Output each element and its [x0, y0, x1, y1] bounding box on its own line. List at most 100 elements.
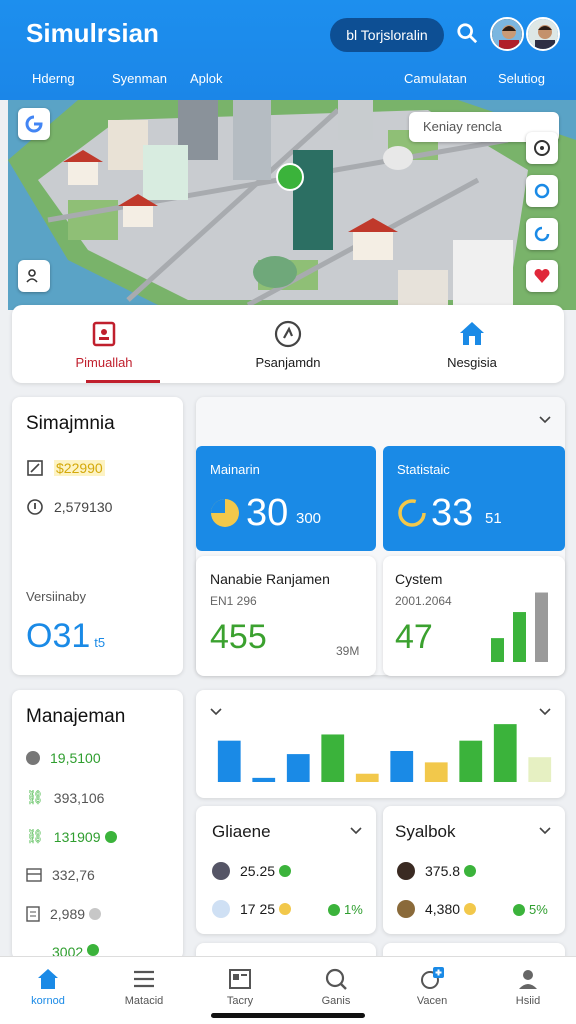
management-card: Manajeman 19,5100 ⛓ 393,106 ⛓ 131909 332,7…: [12, 690, 183, 960]
chart-bar: [321, 734, 345, 782]
nav-system[interactable]: Syenman: [112, 71, 167, 86]
person-icon: [519, 970, 537, 989]
list-item[interactable]: 17 25: [212, 900, 292, 918]
syalbok-card: Syalbok 375.8 4,380 5%: [383, 806, 565, 934]
menu-icon: [134, 970, 154, 988]
stat-card-statistic[interactable]: Statistaic 33 51: [383, 446, 565, 551]
list-item[interactable]: 2,989: [26, 906, 102, 922]
mini-bar-chart: [491, 592, 548, 662]
home-indicator: [211, 1013, 365, 1018]
document-icon: [26, 906, 40, 922]
nav-simulation[interactable]: Camulatan: [404, 71, 467, 86]
stat-unit: 39M: [336, 644, 360, 658]
tab-label: Psanjamdn: [255, 355, 321, 370]
card-title: Simajmnia: [26, 413, 115, 434]
avatar: [212, 862, 230, 880]
bottom-nav-home[interactable]: kornod: [0, 957, 96, 1024]
count-value: 2,579130: [54, 499, 113, 515]
chevron-down-icon[interactable]: [539, 827, 551, 835]
nav-apps[interactable]: Aplok: [190, 71, 223, 86]
avatar[interactable]: [490, 17, 524, 51]
stat-card-system[interactable]: Cystem 2001.2064 47: [383, 556, 565, 676]
location-pill[interactable]: bl Torjsloralin: [330, 18, 444, 52]
tab-label: Nesgisia: [447, 355, 497, 370]
chevron-down-icon[interactable]: [539, 708, 551, 716]
tab-simulation[interactable]: Pimuallah: [12, 305, 196, 383]
bottom-nav-vacancy[interactable]: Vacen: [384, 957, 480, 1024]
google-icon[interactable]: [18, 108, 50, 140]
tray-icon: [26, 868, 42, 882]
bottom-nav-menu[interactable]: Matacid: [96, 957, 192, 1024]
bar-chart-card: [196, 690, 565, 798]
card-title: Syalbok: [395, 822, 456, 841]
nav-home[interactable]: Hderng: [32, 71, 75, 86]
chart-bar: [390, 751, 414, 782]
avatar[interactable]: [526, 17, 560, 51]
avatar: [397, 862, 415, 880]
dot-icon: [26, 751, 40, 765]
budget-value: $22990: [54, 460, 105, 476]
chart-bar: [459, 740, 483, 782]
chevron-down-icon[interactable]: [350, 827, 362, 835]
stat-label: Cystem: [395, 571, 443, 587]
bottom-nav-profile[interactable]: Hsiid: [480, 957, 576, 1024]
status-dot: [279, 865, 292, 877]
chart-bar: [493, 724, 517, 782]
tab-navigation[interactable]: Nesgisia: [380, 305, 564, 383]
app-header: Simulrsian bl Torjsloralin Hderng Syenma…: [0, 0, 576, 100]
chevron-down-icon[interactable]: [539, 416, 551, 424]
stat-label: Statistaic: [397, 462, 450, 477]
nav-settings[interactable]: Selutiog: [498, 71, 545, 86]
bar-chart: [217, 724, 552, 782]
dashboard-icon: [229, 969, 251, 989]
list-item[interactable]: ⛓ 131909: [26, 828, 117, 845]
stat-value: 455: [210, 618, 267, 656]
list-item[interactable]: 25.25: [212, 862, 292, 880]
list-item[interactable]: 19,5100: [26, 750, 101, 766]
link-icon: ⛓: [26, 789, 44, 805]
status-dot: [87, 944, 100, 956]
list-item[interactable]: 4,380: [397, 900, 477, 918]
stat-suffix: 51: [485, 510, 502, 527]
active-tab-indicator: [86, 380, 160, 383]
chart-bar: [528, 757, 552, 782]
search-icon: [325, 968, 347, 990]
summary-card: Simajmnia $22990 2,579130 Versiinaby O31…: [12, 397, 183, 675]
stat-value: 30: [246, 492, 289, 534]
stat-label: Mainarin: [210, 462, 260, 477]
version-suffix: t5: [94, 635, 106, 650]
stat-label: Nanabie Ranjamen: [210, 571, 330, 587]
stat-card-main[interactable]: Mainarin 30 300: [196, 446, 376, 551]
status-dot: [279, 903, 292, 915]
status-dot: [328, 903, 340, 916]
chart-bar: [286, 754, 310, 782]
list-item[interactable]: 332,76: [26, 867, 95, 883]
compass-icon[interactable]: [526, 132, 558, 164]
tab-label: Pimuallah: [75, 355, 133, 370]
info-icon: [27, 499, 43, 515]
mini-chart-bar: [491, 638, 504, 662]
avatar: [397, 900, 415, 918]
list-item[interactable]: 375.8: [397, 862, 477, 880]
edit-icon: [27, 460, 43, 476]
heart-icon[interactable]: [526, 260, 558, 292]
stat-sub: 2001.2064: [395, 594, 452, 608]
status-dot: [513, 903, 525, 916]
layers-icon[interactable]: [526, 218, 558, 250]
status-dot: [89, 908, 102, 920]
stat-value: 47: [395, 618, 433, 656]
chevron-down-icon[interactable]: [210, 708, 222, 716]
tab-management[interactable]: Psanjamdn: [196, 305, 380, 383]
stat-sub: EN1 296: [210, 594, 257, 608]
user-location-icon[interactable]: [18, 260, 50, 292]
tab-bar: Pimuallah Psanjamdn Nesgisia: [12, 305, 564, 383]
location-icon[interactable]: [526, 175, 558, 207]
stat-value: 33: [431, 492, 474, 534]
stat-card-management[interactable]: Nanabie Ranjamen EN1 296 455 39M: [196, 556, 376, 676]
card-title: Gliaene: [212, 822, 271, 841]
chart-bar: [217, 740, 241, 782]
list-item[interactable]: ⛓ 393,106: [26, 789, 104, 806]
search-icon[interactable]: [456, 22, 478, 44]
chart-bar: [355, 773, 379, 782]
status-dot: [464, 865, 477, 877]
